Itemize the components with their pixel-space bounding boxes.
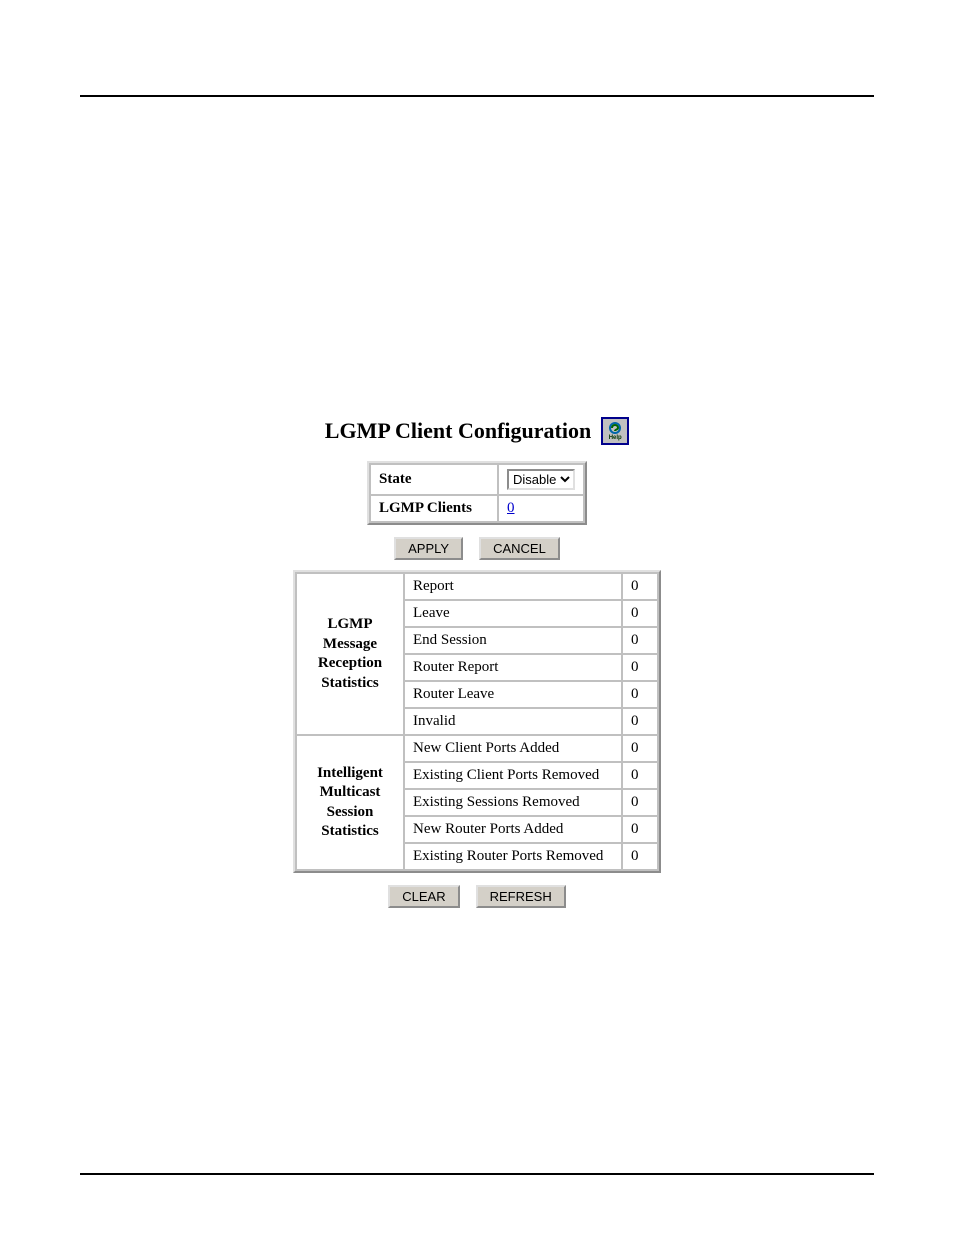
session-row-label: New Client Ports Added <box>405 736 621 761</box>
session-row-label: Existing Router Ports Removed <box>405 844 621 869</box>
session-row-label: Existing Sessions Removed <box>405 790 621 815</box>
reception-row-value: 0 <box>623 574 657 599</box>
bottom-divider <box>80 1173 874 1175</box>
session-row-label: Existing Client Ports Removed <box>405 763 621 788</box>
help-icon[interactable]: Help <box>601 417 629 445</box>
refresh-button[interactable]: REFRESH <box>476 885 566 908</box>
lgmp-clients-cell: 0 <box>499 496 583 521</box>
session-row-value: 0 <box>623 817 657 842</box>
page-title: LGMP Client Configuration <box>325 418 591 444</box>
reception-row-label: Router Leave <box>405 682 621 707</box>
reception-row-value: 0 <box>623 655 657 680</box>
reception-row-value: 0 <box>623 709 657 734</box>
reception-row-label: Report <box>405 574 621 599</box>
stats-table: LGMP Message Reception Statistics Report… <box>293 570 661 873</box>
reception-row-value: 0 <box>623 628 657 653</box>
top-divider <box>80 95 874 97</box>
title-row: LGMP Client Configuration Help <box>325 417 629 445</box>
reception-row-value: 0 <box>623 682 657 707</box>
reception-section-label: LGMP Message Reception Statistics <box>297 574 403 734</box>
session-row-label: New Router Ports Added <box>405 817 621 842</box>
state-label: State <box>371 465 497 494</box>
reception-row-label: End Session <box>405 628 621 653</box>
session-row-value: 0 <box>623 790 657 815</box>
state-cell: Disable <box>499 465 583 494</box>
session-row-value: 0 <box>623 763 657 788</box>
apply-button[interactable]: APPLY <box>394 537 463 560</box>
lgmp-clients-link[interactable]: 0 <box>507 500 515 516</box>
state-select[interactable]: Disable <box>507 469 575 490</box>
help-icon-label: Help <box>609 435 622 441</box>
session-row-value: 0 <box>623 844 657 869</box>
session-row-value: 0 <box>623 736 657 761</box>
config-form-table: State Disable LGMP Clients 0 <box>367 461 587 525</box>
form-button-row: APPLY CANCEL <box>394 537 560 560</box>
reception-row-label: Invalid <box>405 709 621 734</box>
lgmp-clients-label: LGMP Clients <box>371 496 497 521</box>
session-section-label: Intelligent Multicast Session Statistics <box>297 736 403 869</box>
clear-button[interactable]: CLEAR <box>388 885 459 908</box>
reception-row-value: 0 <box>623 601 657 626</box>
stats-button-row: CLEAR REFRESH <box>388 885 565 908</box>
reception-row-label: Leave <box>405 601 621 626</box>
cancel-button[interactable]: CANCEL <box>479 537 560 560</box>
reception-row-label: Router Report <box>405 655 621 680</box>
